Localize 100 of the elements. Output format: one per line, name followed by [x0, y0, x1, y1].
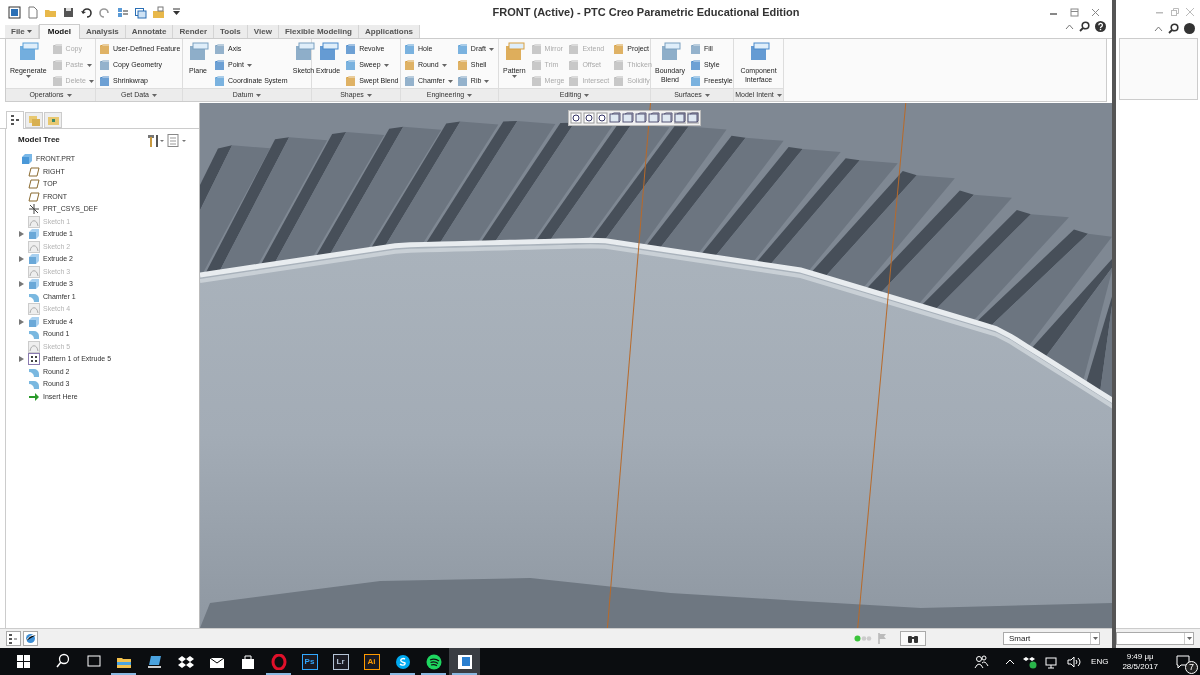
- redo-icon[interactable]: [98, 5, 111, 19]
- sketch-icon: [28, 303, 40, 316]
- new-file-icon[interactable]: [26, 5, 39, 19]
- feature-icon: [99, 59, 110, 71]
- caret-icon: [66, 93, 72, 97]
- filter-value: Smart: [1008, 632, 1031, 645]
- ring-icon: [270, 653, 287, 670]
- feature-icon: [345, 75, 357, 87]
- taskbar-app[interactable]: Lr: [325, 648, 356, 675]
- window-title: FRONT (Active) - PTC Creo Parametric Educational Edition: [491, 4, 800, 20]
- part-icon: [21, 153, 33, 166]
- extrude-icon: [28, 278, 40, 291]
- ribbon-tab[interactable]: Model: [38, 24, 80, 39]
- zoom-out-icon[interactable]: [596, 112, 608, 124]
- feature-icon: [404, 43, 415, 55]
- save-icon[interactable]: [62, 5, 75, 19]
- expand-arrow-icon[interactable]: [19, 231, 24, 238]
- undo-icon[interactable]: [80, 5, 93, 19]
- display-style-icon[interactable]: [622, 112, 634, 124]
- expand-arrow-icon[interactable]: [19, 318, 24, 325]
- feature-icon: [530, 43, 542, 55]
- ribbon-tab[interactable]: Flexible Modeling: [278, 25, 359, 38]
- datum-plane-icon: [28, 178, 40, 191]
- datum-display-icon[interactable]: [661, 112, 673, 124]
- people-icon[interactable]: [973, 653, 990, 670]
- language-indicator[interactable]: ENG: [1091, 655, 1109, 668]
- feature-icon: [99, 43, 110, 55]
- refit-icon[interactable]: [570, 112, 582, 124]
- ribbon-tab[interactable]: Render: [173, 25, 215, 38]
- taskbar-app[interactable]: Ai: [356, 648, 387, 675]
- taskbar-app[interactable]: Ps: [294, 648, 325, 675]
- feature-icon: [530, 59, 542, 71]
- zoom-in-icon[interactable]: [583, 112, 595, 124]
- search-icon[interactable]: [1079, 21, 1090, 32]
- ribbon-tab[interactable]: Annotate: [125, 25, 174, 38]
- selection-filter-dropdown[interactable]: Smart: [1003, 632, 1100, 645]
- clock-date[interactable]: 28/5/2017: [1122, 661, 1158, 672]
- feature-icon: [404, 75, 415, 87]
- feature-icon: [214, 43, 225, 55]
- close-icon[interactable]: [1091, 7, 1100, 17]
- caret-icon: [584, 93, 590, 97]
- caret-icon: [441, 63, 447, 67]
- feature-icon: [613, 59, 625, 71]
- notifications-button[interactable]: 7: [1166, 648, 1200, 675]
- feature-icon: [456, 59, 468, 71]
- panel-title: Model Tree: [18, 134, 60, 146]
- feature-icon: [689, 75, 701, 87]
- round-icon: [28, 328, 40, 341]
- datum-plane-icon: [28, 190, 40, 203]
- caret-icon: [1186, 637, 1192, 640]
- feature-icon: [456, 43, 468, 55]
- feature-icon: [51, 59, 63, 71]
- expand-arrow-icon[interactable]: [19, 281, 24, 288]
- caret-icon: [256, 93, 262, 97]
- restore-icon[interactable]: [1070, 7, 1079, 17]
- find-button[interactable]: [900, 631, 926, 646]
- search-icon[interactable]: [1168, 23, 1179, 34]
- box-icon: [177, 653, 194, 670]
- windows-icon[interactable]: [134, 5, 147, 19]
- navigator-tab[interactable]: [44, 112, 62, 128]
- regenerate-icon[interactable]: [116, 5, 129, 19]
- feature-icon: [568, 75, 580, 87]
- ribbon-tab[interactable]: Applications: [359, 25, 420, 38]
- repaint-icon[interactable]: [609, 112, 621, 124]
- caret-icon: [26, 30, 32, 33]
- collapse-ribbon-icon[interactable]: [1065, 23, 1074, 30]
- expand-arrow-icon[interactable]: [19, 356, 24, 363]
- annotation-icon[interactable]: [687, 112, 699, 124]
- view-manager-icon[interactable]: [648, 112, 660, 124]
- spin-center-icon[interactable]: [674, 112, 686, 124]
- speech-bubble-icon: [1176, 654, 1190, 669]
- dropdown-field[interactable]: [1116, 632, 1194, 645]
- caret-icon: [489, 47, 494, 51]
- notification-count: 7: [1185, 661, 1198, 674]
- feature-icon: [456, 75, 468, 87]
- feature-icon: [568, 43, 580, 55]
- ribbon-tab[interactable]: View: [247, 25, 279, 38]
- browser-icon[interactable]: [23, 631, 38, 646]
- caret-icon: [704, 93, 710, 97]
- caret-icon: [383, 63, 389, 67]
- tree-view-icon[interactable]: [6, 631, 21, 646]
- ribbon-tab[interactable]: Tools: [214, 25, 248, 38]
- tools-icon[interactable]: [146, 133, 164, 147]
- sketch-icon: [28, 265, 40, 278]
- sketch-icon: [28, 340, 40, 353]
- ribbon-tab[interactable]: Analysis: [79, 25, 126, 38]
- expand-arrow-icon[interactable]: [19, 256, 24, 263]
- feature-icon: [99, 75, 110, 87]
- caret-icon: [511, 75, 517, 78]
- taskbar-app[interactable]: [449, 648, 480, 675]
- collapse-ribbon-icon[interactable]: [1154, 25, 1163, 32]
- app-icon[interactable]: [8, 5, 21, 19]
- coordinate-system-icon: [28, 203, 40, 216]
- navigator-tab[interactable]: [6, 111, 24, 129]
- list-settings-icon[interactable]: [167, 133, 187, 147]
- caret-icon: [366, 93, 372, 97]
- ribbon-tab[interactable]: File: [5, 25, 39, 38]
- view-icon[interactable]: [635, 112, 647, 124]
- bag-icon: [239, 653, 256, 670]
- clock-time[interactable]: 9:49 μμ: [1126, 651, 1154, 662]
